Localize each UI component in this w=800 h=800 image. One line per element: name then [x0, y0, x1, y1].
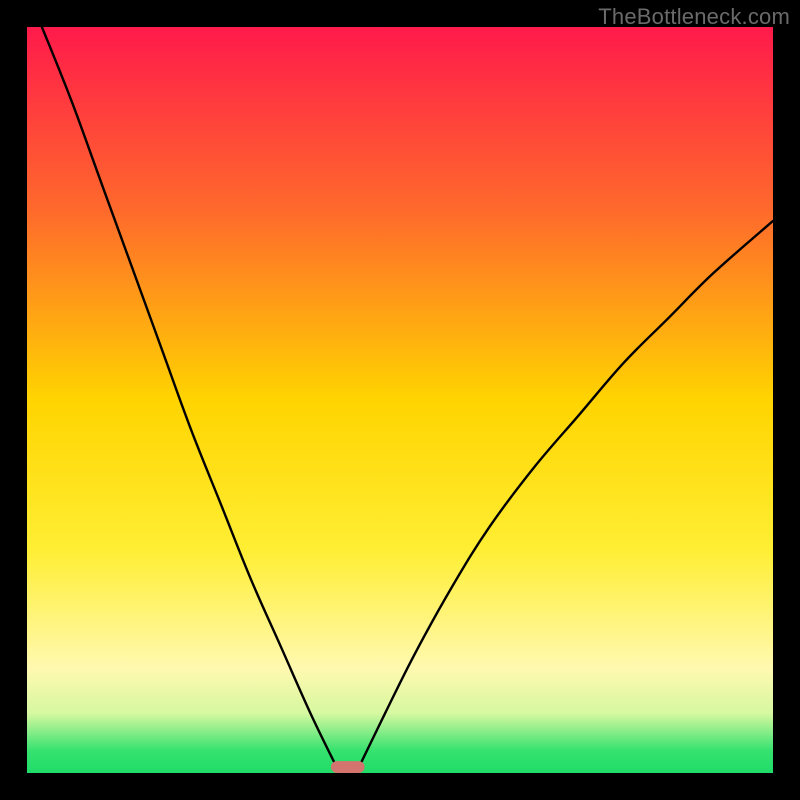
min-marker: [331, 761, 365, 773]
plot-area: [27, 27, 773, 773]
chart-frame: TheBottleneck.com: [0, 0, 800, 800]
gradient-background: [27, 27, 773, 773]
plot-svg: [27, 27, 773, 773]
